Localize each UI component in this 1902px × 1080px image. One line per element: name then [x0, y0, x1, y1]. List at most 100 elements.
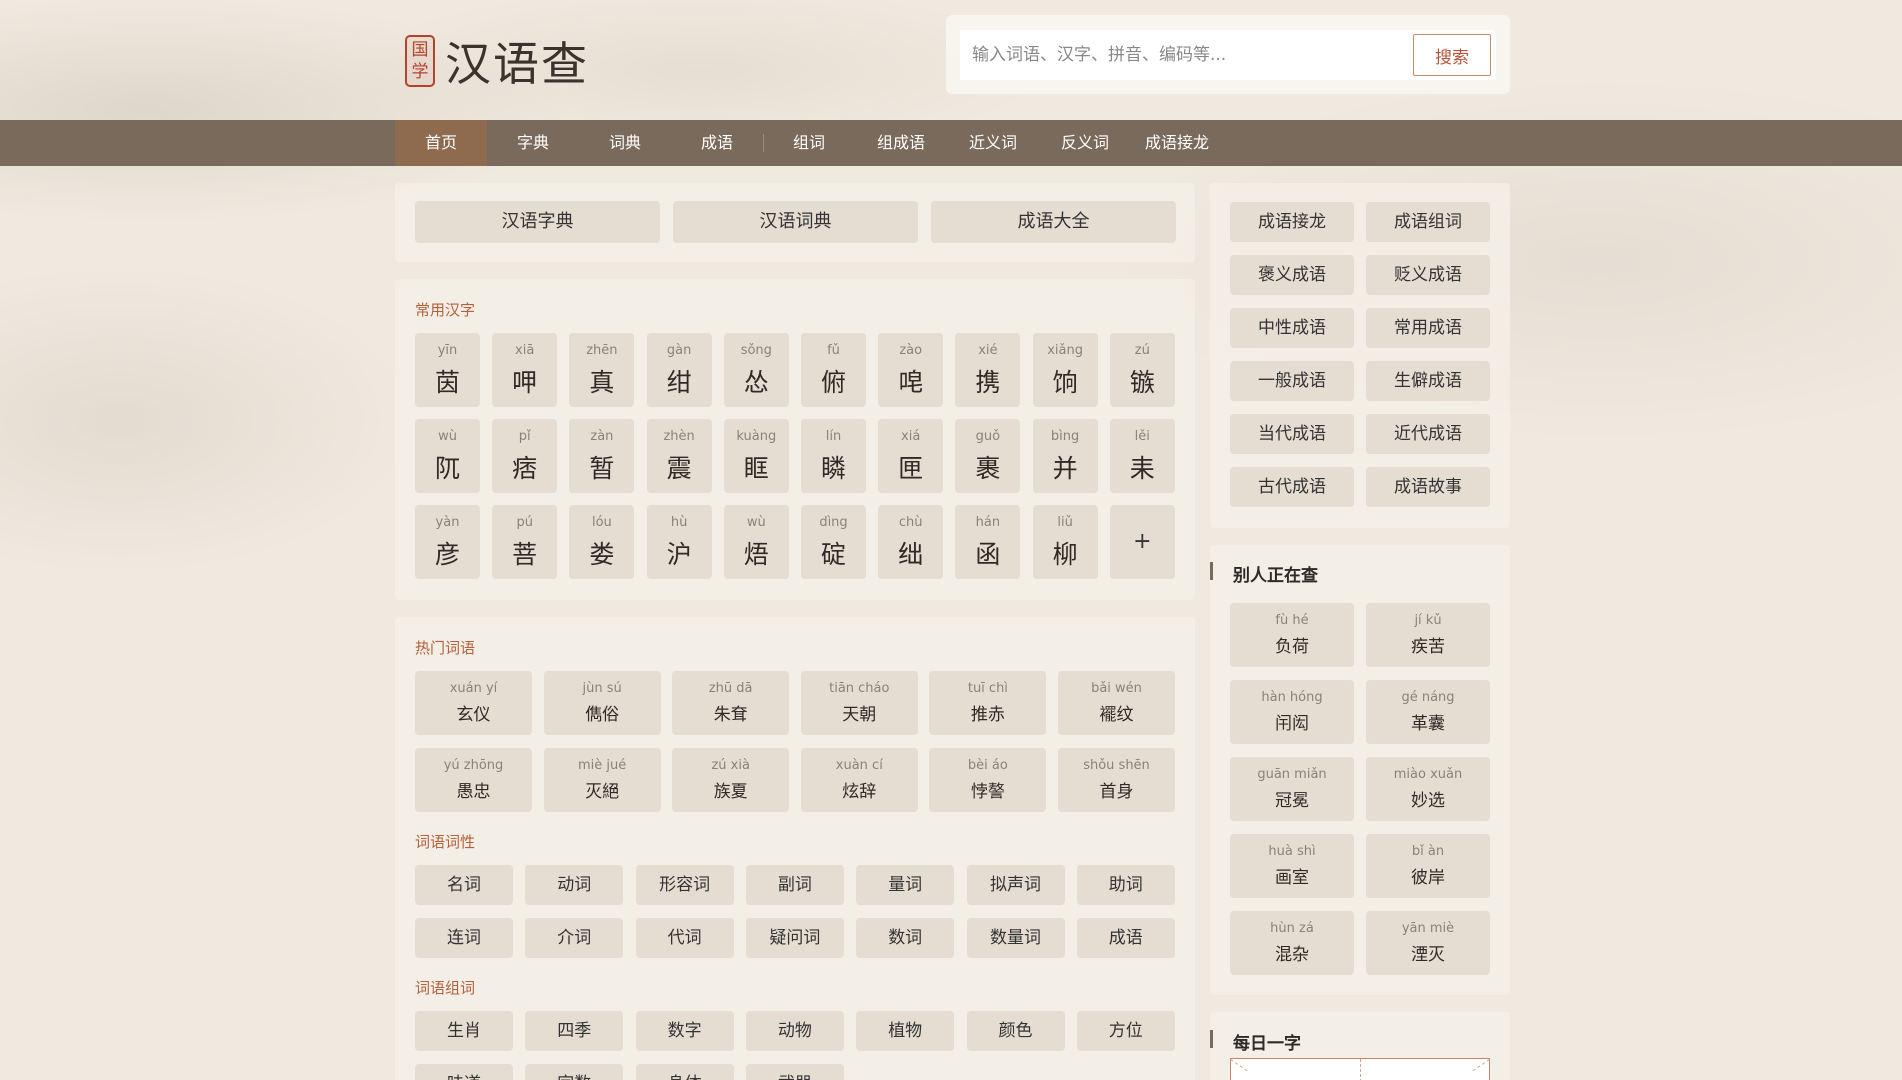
recent-word-card[interactable]: miào xuǎn 妙选 [1366, 757, 1490, 821]
nav-item[interactable]: 首页 [395, 120, 487, 166]
group-tag[interactable]: 武器 [745, 1064, 844, 1080]
recent-word-card[interactable]: bǐ àn 彼岸 [1366, 834, 1490, 898]
group-tag[interactable]: 四季 [525, 1011, 624, 1051]
hot-word-card[interactable]: yú zhōng 愚忠 [415, 748, 532, 812]
idiom-link[interactable]: 贬义成语 [1366, 255, 1490, 295]
char-card[interactable]: lín 瞵 [801, 419, 866, 493]
char-card[interactable]: sǒng 怂 [723, 333, 789, 407]
recent-word-card[interactable]: huà shì 画室 [1230, 834, 1354, 898]
pos-tag[interactable]: 名词 [415, 865, 513, 905]
char-card[interactable]: pǐ 痞 [492, 419, 558, 493]
pos-tag[interactable]: 助词 [1076, 865, 1175, 905]
char-card[interactable]: pú 菩 [492, 505, 558, 579]
hot-word-card[interactable]: jùn sú 儁俗 [543, 671, 661, 735]
idiom-link[interactable]: 生僻成语 [1366, 361, 1490, 401]
nav-item[interactable]: 字典 [487, 120, 579, 166]
char-card[interactable]: kuàng 眶 [723, 419, 789, 493]
char-card[interactable]: yīn 茵 [415, 333, 480, 407]
pos-tag[interactable]: 代词 [635, 918, 734, 958]
char-card[interactable]: lóu 娄 [569, 505, 635, 579]
nav-item[interactable]: 反义词 [1039, 120, 1131, 166]
group-tag[interactable]: 味道 [415, 1064, 513, 1080]
group-tag[interactable]: 动物 [745, 1011, 844, 1051]
char-card[interactable]: wù 阢 [415, 419, 480, 493]
group-tag[interactable]: 数字 [635, 1011, 734, 1051]
pos-tag[interactable]: 量词 [856, 865, 955, 905]
pos-tag[interactable]: 动词 [525, 865, 624, 905]
idiom-link[interactable]: 中性成语 [1230, 308, 1354, 348]
group-tag[interactable]: 身体 [635, 1064, 734, 1080]
recent-word-card[interactable]: fù hé 负荷 [1230, 603, 1354, 667]
idiom-link[interactable]: 常用成语 [1366, 308, 1490, 348]
nav-item[interactable]: 成语接龙 [1131, 120, 1223, 166]
idiom-link[interactable]: 古代成语 [1230, 467, 1354, 507]
quick-link[interactable]: 汉语字典 [415, 201, 660, 243]
pos-tag[interactable]: 拟声词 [966, 865, 1065, 905]
hot-word-card[interactable]: bèi áo 悖謷 [929, 748, 1047, 812]
group-tag[interactable]: 方位 [1076, 1011, 1175, 1051]
hot-word-card[interactable]: zhū dā 朱耷 [672, 671, 790, 735]
char-card[interactable]: hù 沪 [646, 505, 712, 579]
char-card[interactable]: guǒ 裹 [955, 419, 1021, 493]
char-card[interactable]: xiǎng 饷 [1032, 333, 1098, 407]
char-card[interactable]: wù 焐 [723, 505, 789, 579]
idiom-link[interactable]: 成语接龙 [1230, 202, 1354, 242]
hot-word-card[interactable]: miè jué 灭絕 [543, 748, 661, 812]
more-chars-button[interactable]: + [1109, 505, 1175, 579]
char-card[interactable]: gàn 绀 [646, 333, 712, 407]
daily-char-grid[interactable] [1219, 1058, 1501, 1080]
char-card[interactable]: zào 唣 [878, 333, 944, 407]
char-card[interactable]: fǔ 俯 [801, 333, 866, 407]
nav-item[interactable]: 成语 [671, 120, 763, 166]
char-card[interactable]: zàn 暂 [569, 419, 635, 493]
idiom-link[interactable]: 当代成语 [1230, 414, 1354, 454]
char-card[interactable]: chù 绌 [878, 505, 944, 579]
search-input[interactable] [960, 30, 1410, 80]
recent-word-card[interactable]: gé náng 革囊 [1366, 680, 1490, 744]
pos-tag[interactable]: 形容词 [635, 865, 734, 905]
hot-word-card[interactable]: xuàn cí 炫辞 [800, 748, 918, 812]
pos-tag[interactable]: 数词 [856, 918, 955, 958]
recent-word-card[interactable]: yān miè 湮灭 [1366, 911, 1490, 975]
char-card[interactable]: xiá 匣 [878, 419, 944, 493]
pos-tag[interactable]: 连词 [415, 918, 513, 958]
recent-word-card[interactable]: hùn zá 混杂 [1230, 911, 1354, 975]
nav-item[interactable]: 组成语 [855, 120, 947, 166]
quick-link[interactable]: 汉语词典 [673, 201, 918, 243]
idiom-link[interactable]: 近代成语 [1366, 414, 1490, 454]
recent-word-card[interactable]: guān miǎn 冠冕 [1230, 757, 1354, 821]
idiom-link[interactable]: 一般成语 [1230, 361, 1354, 401]
group-tag[interactable]: 生肖 [415, 1011, 513, 1051]
hot-word-card[interactable]: tuī chì 推赤 [929, 671, 1047, 735]
char-card[interactable]: yàn 彦 [415, 505, 480, 579]
nav-item[interactable]: 组词 [763, 120, 855, 166]
hot-word-card[interactable]: tiān cháo 天朝 [800, 671, 918, 735]
idiom-link[interactable]: 成语组词 [1366, 202, 1490, 242]
quick-link[interactable]: 成语大全 [931, 201, 1176, 243]
char-card[interactable]: xié 携 [955, 333, 1021, 407]
char-card[interactable]: zú 镞 [1109, 333, 1175, 407]
char-card[interactable]: liǔ 柳 [1032, 505, 1098, 579]
pos-tag[interactable]: 疑问词 [745, 918, 844, 958]
char-card[interactable]: zhēn 真 [569, 333, 635, 407]
nav-item[interactable]: 词典 [579, 120, 671, 166]
pos-tag[interactable]: 成语 [1076, 918, 1175, 958]
hot-word-card[interactable]: bǎi wén 襬纹 [1058, 671, 1175, 735]
site-logo[interactable]: 国 学 汉语查 [405, 28, 589, 94]
search-button[interactable]: 搜索 [1413, 34, 1491, 76]
hot-word-card[interactable]: xuán yí 玄仪 [415, 671, 532, 735]
idiom-link[interactable]: 褒义成语 [1230, 255, 1354, 295]
hot-word-card[interactable]: shǒu shēn 首身 [1058, 748, 1175, 812]
pos-tag[interactable]: 介词 [525, 918, 624, 958]
hot-word-card[interactable]: zú xià 族夏 [672, 748, 790, 812]
char-card[interactable]: zhèn 震 [646, 419, 712, 493]
pos-tag[interactable]: 副词 [745, 865, 844, 905]
char-card[interactable]: dìng 碇 [801, 505, 866, 579]
char-card[interactable]: xiā 呷 [492, 333, 558, 407]
nav-item[interactable]: 近义词 [947, 120, 1039, 166]
group-tag[interactable]: 植物 [856, 1011, 955, 1051]
char-card[interactable]: hán 函 [955, 505, 1021, 579]
char-card[interactable]: lěi 耒 [1109, 419, 1175, 493]
recent-word-card[interactable]: jí kǔ 疾苦 [1366, 603, 1490, 667]
pos-tag[interactable]: 数量词 [966, 918, 1065, 958]
